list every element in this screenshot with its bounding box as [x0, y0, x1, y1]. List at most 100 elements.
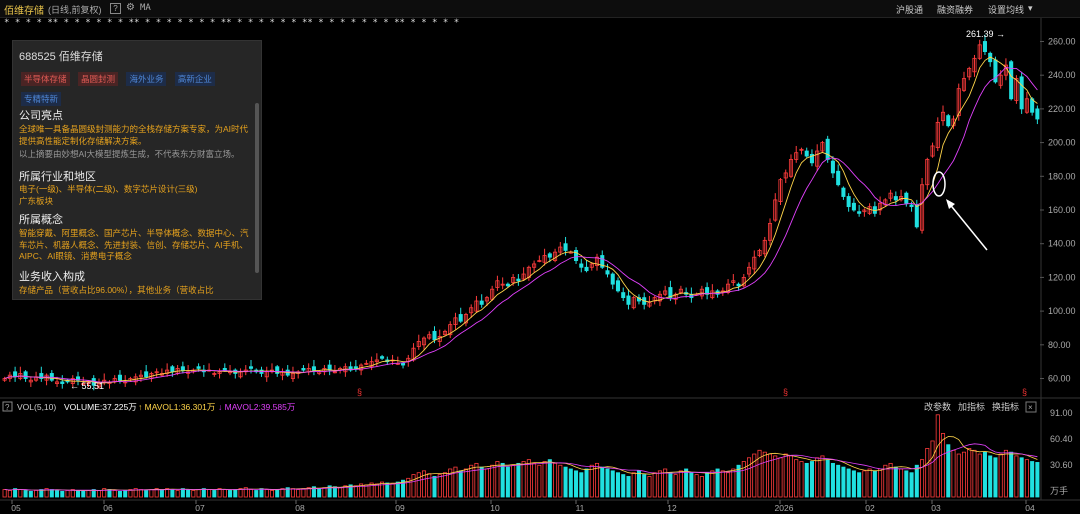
time-tick-label: 12: [667, 503, 677, 513]
volume-bar: [107, 489, 112, 498]
volume-bar: [526, 459, 531, 498]
volume-bar: [112, 490, 117, 498]
volume-bar: [149, 489, 154, 498]
volume-bar: [138, 489, 143, 498]
volume-bar: [951, 449, 956, 498]
candle-body: [311, 366, 316, 371]
candle-body: [222, 368, 227, 371]
volume-bar: [836, 464, 841, 498]
volume-bar: [432, 476, 437, 498]
tag-item[interactable]: 海外业务: [126, 72, 167, 86]
volume-bar: [925, 448, 930, 498]
volume-bar: [862, 470, 867, 498]
highlight-ellipse: [932, 171, 946, 197]
volume-bar: [338, 487, 343, 498]
volume-bar: [867, 468, 872, 498]
candle-body: [479, 300, 484, 305]
time-tick-label: 06: [103, 503, 113, 513]
candle-body: [605, 270, 610, 275]
volume-bar: [788, 455, 794, 498]
volume-bar: [699, 476, 704, 498]
volume-bar: [296, 489, 301, 498]
volume-bar: [904, 470, 909, 498]
volume-bar: [180, 488, 185, 498]
volume-bar: [159, 489, 164, 498]
price-tick-label: 220.00: [1048, 104, 1076, 114]
volume-bar: [741, 461, 746, 498]
volume-tick-label: 万手: [1050, 485, 1068, 496]
candle-body: [547, 253, 552, 258]
time-tick-label: 11: [576, 503, 585, 513]
panel-scrollbar[interactable]: [255, 103, 259, 273]
time-tick-label: 03: [931, 503, 941, 513]
volume-button: 改参数: [924, 401, 951, 412]
volume-bar: [815, 457, 820, 498]
volume-button: 换指标: [992, 401, 1019, 412]
volume-bar: [233, 489, 238, 498]
volume-bar: [86, 490, 91, 498]
candle-body: [248, 366, 254, 369]
candle-body: [170, 366, 175, 373]
volume-bar: [783, 453, 788, 498]
volume-bar: [442, 472, 448, 498]
volume-bar: [332, 486, 337, 498]
candle-body: [982, 41, 987, 52]
candle-body: [180, 366, 185, 371]
volume-button: 加指标: [958, 401, 985, 412]
volume-bar: [988, 455, 993, 498]
candle-body: [144, 371, 149, 378]
volume-bar: [395, 481, 400, 498]
volume-bar: [961, 451, 967, 498]
volume-bar: [369, 482, 374, 498]
volume-ma1-line: [4, 436, 1038, 492]
time-tick-label: 2026: [775, 503, 794, 513]
volume-bar: [993, 457, 998, 498]
volume-bar: [553, 462, 558, 498]
concepts-text: 智能穿戴、阿里概念、国产芯片、半导体概念、数据中心、汽车芯片、机器人概念、先进封…: [19, 228, 249, 261]
volume-bar: [34, 490, 39, 498]
volume-bar: [437, 474, 442, 498]
volume-bar: [28, 490, 33, 498]
volume-bar: [505, 466, 510, 498]
volume-bar: [18, 489, 23, 498]
volume-bar: [972, 449, 977, 498]
volume-bar: [977, 453, 982, 498]
tag-item[interactable]: 晶圆封测: [77, 72, 118, 86]
candle-body: [401, 362, 406, 366]
candle-body: [117, 374, 122, 381]
volume-bar: [830, 462, 835, 498]
candle-body: [804, 150, 809, 157]
volume-bar: [846, 468, 851, 498]
candle-body: [909, 204, 914, 208]
tag-item[interactable]: 半导体存储: [21, 72, 70, 86]
volume-bar: [207, 489, 212, 498]
volume-bar: [1009, 451, 1014, 498]
volume-bar: [479, 466, 484, 498]
price-tick-label: 140.00: [1048, 239, 1076, 249]
price-tick-label: 80.00: [1048, 340, 1071, 350]
volume-bar: [940, 433, 946, 498]
volume-tick-label: 30.60: [1050, 460, 1073, 470]
price-tick-label: 100.00: [1048, 306, 1076, 316]
price-tick-label: 160.00: [1048, 205, 1076, 215]
volume-bar: [631, 472, 636, 498]
volume-bar: [275, 489, 280, 498]
volume-bar: [96, 490, 102, 498]
volume-bar: [484, 468, 489, 498]
volume-bar: [579, 472, 584, 498]
volume-bar: [511, 464, 516, 498]
candle-body: [851, 202, 856, 211]
volume-help-glyph: ?: [5, 403, 10, 412]
tag-item[interactable]: 专精特新: [21, 92, 62, 106]
volume-bar: [820, 455, 825, 498]
volume-bar: [186, 489, 191, 498]
tag-item[interactable]: 高新企业: [174, 72, 215, 86]
candle-body: [621, 292, 626, 299]
volume-bar: [222, 489, 227, 498]
volume-bar: [678, 470, 683, 498]
candle-body: [353, 366, 358, 369]
volume-bar: [652, 472, 657, 498]
candle-body: [584, 266, 589, 272]
mavol1-value: ↑ MAVOL1:36.301万: [138, 402, 215, 412]
volume-bar: [474, 462, 479, 498]
